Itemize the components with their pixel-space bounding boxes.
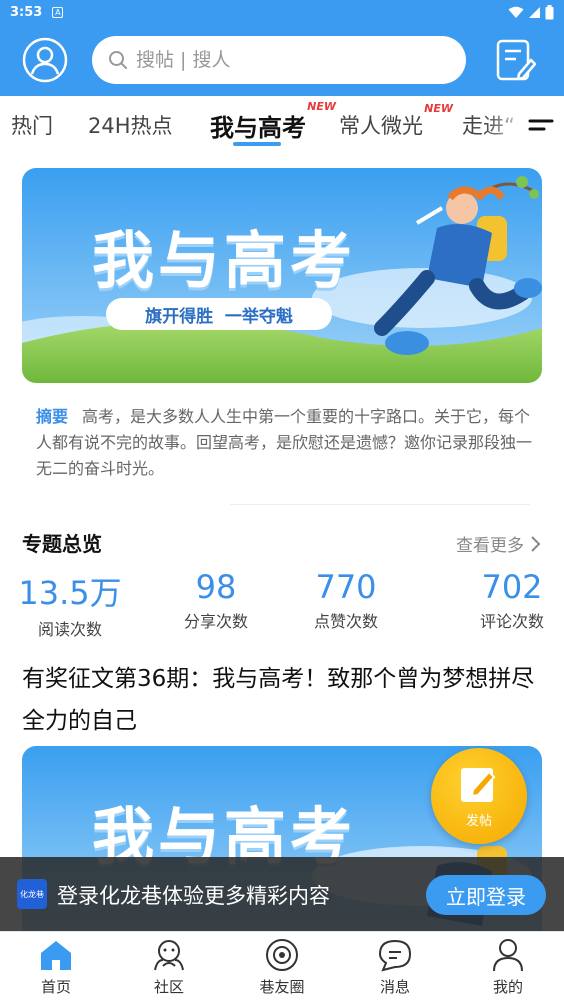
status-bar: 3:53 A	[0, 0, 564, 24]
stat-likes: 770 点赞次数	[296, 568, 396, 632]
new-post-label: 发帖	[465, 813, 492, 829]
battery-icon	[545, 4, 554, 19]
tab-hot[interactable]: 热门	[11, 110, 53, 140]
stat-label: 阅读次数	[37, 620, 102, 639]
search-box[interactable]	[92, 36, 466, 84]
view-more-link[interactable]: 查看更多	[456, 531, 542, 556]
new-post-button[interactable]: 发帖	[431, 748, 527, 844]
search-icon	[109, 51, 127, 69]
nav-messages-label: 消息	[379, 978, 410, 996]
overview-title: 专题总览	[22, 532, 102, 556]
user-avatar-icon[interactable]	[22, 37, 68, 83]
stat-label: 评论次数	[479, 612, 544, 631]
bottom-nav: 首页 社区 巷友圈 消息 我的	[0, 931, 564, 1004]
nav-community-label: 社区	[153, 978, 184, 996]
summary-text: 高考，是大多数人人生中第一个重要的十字路口。关于它，每个人都有说不完的故事。回望…	[36, 407, 533, 478]
chevron-right-icon	[531, 535, 541, 552]
login-prompt-text: 登录化龙巷体验更多精彩内容	[57, 884, 330, 908]
nav-friends-circle-label: 巷友圈	[259, 978, 305, 996]
compose-icon	[461, 767, 496, 802]
nav-community[interactable]: 社区	[134, 938, 204, 997]
banner-title: 我与高考	[92, 224, 357, 297]
tab-me-and-gaokao[interactable]: 我与高考 NEW	[210, 100, 336, 143]
app-header	[0, 24, 564, 96]
stat-value: 702	[481, 568, 543, 606]
search-input[interactable]	[136, 49, 436, 71]
nav-home-label: 首页	[40, 978, 71, 996]
view-more-label: 查看更多	[456, 536, 524, 556]
nav-friends-circle[interactable]: 巷友圈	[247, 938, 317, 997]
topic-banner[interactable]: 我与高考 旗开得胜 一举夺魁	[22, 168, 542, 383]
menu-icon[interactable]	[528, 116, 554, 134]
banner-slogan: 旗开得胜 一举夺魁	[106, 298, 332, 330]
edit-post-icon[interactable]	[494, 38, 536, 82]
active-tab-indicator	[233, 142, 281, 146]
profile-icon	[493, 939, 523, 972]
community-icon	[154, 940, 184, 971]
stats-row: 13.5万 阅读次数 98 分享次数 770 点赞次数 702 评论次数	[0, 568, 564, 640]
status-icons	[508, 4, 554, 20]
stat-value: 98	[195, 568, 237, 606]
stat-value: 770	[315, 568, 377, 606]
category-tabs: 热门 24H热点 我与高考 NEW 常人微光 NEW 走进“	[0, 96, 564, 152]
app-logo: 化龙巷	[17, 879, 47, 909]
wifi-icon	[508, 6, 524, 18]
summary-tag: 摘要	[36, 407, 69, 426]
tab-24h-hot[interactable]: 24H热点	[88, 110, 173, 140]
nav-profile[interactable]: 我的	[473, 938, 543, 997]
status-time: 3:53	[10, 4, 43, 20]
login-prompt-bar: 化龙巷 登录化龙巷体验更多精彩内容 立即登录	[0, 857, 564, 931]
stat-shares: 98 分享次数	[166, 568, 266, 632]
stat-comments: 702 评论次数	[462, 568, 562, 632]
message-icon	[378, 939, 412, 972]
post-title[interactable]: 有奖征文第36期：我与高考！致那个曾为梦想拼尽全力的自己	[22, 658, 546, 742]
circle-icon	[266, 939, 298, 971]
new-badge: NEW	[307, 100, 336, 113]
notification-icon: A	[52, 6, 64, 18]
signal-icon	[529, 6, 540, 18]
tab-ordinary-light[interactable]: 常人微光 NEW	[339, 102, 453, 140]
stat-reads: 13.5万 阅读次数	[18, 568, 122, 640]
topic-summary: 摘要 高考，是大多数人人生中第一个重要的十字路口。关于它，每个人都有说不完的故事。…	[36, 404, 532, 482]
stat-value: 13.5万	[18, 574, 122, 612]
nav-home[interactable]: 首页	[21, 938, 91, 997]
stat-label: 分享次数	[183, 612, 248, 631]
nav-messages[interactable]: 消息	[360, 938, 430, 997]
divider	[230, 504, 530, 505]
home-icon	[41, 941, 71, 970]
new-badge: NEW	[424, 102, 453, 115]
nav-profile-label: 我的	[492, 978, 523, 996]
stat-label: 点赞次数	[313, 612, 378, 631]
login-button[interactable]: 立即登录	[426, 875, 546, 915]
